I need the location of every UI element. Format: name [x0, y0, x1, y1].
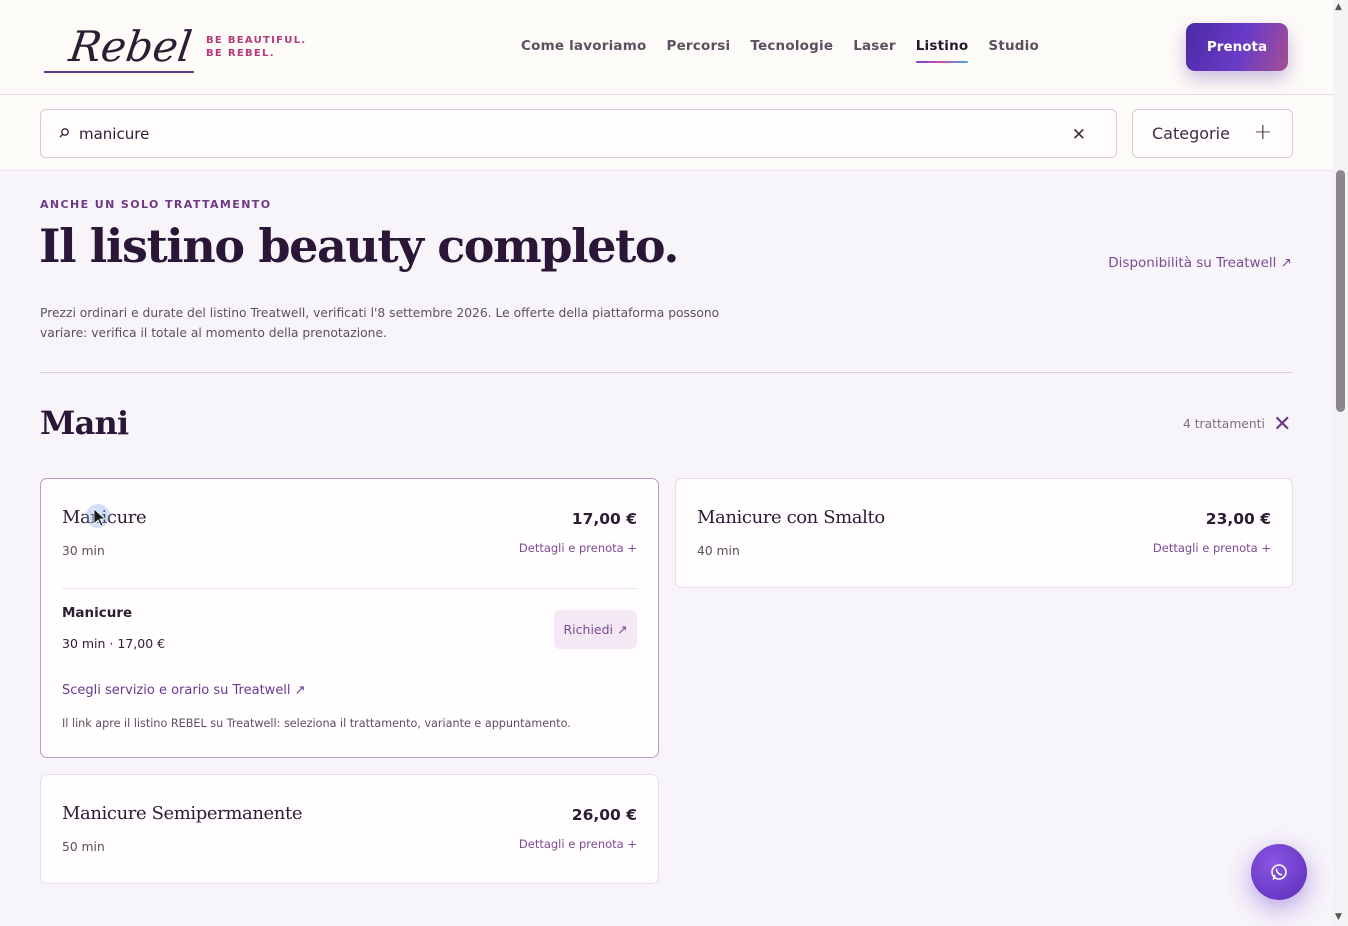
scrollbar[interactable]	[1333, 0, 1348, 926]
close-icon[interactable]: ✕	[1273, 412, 1291, 437]
nav-laser[interactable]: Laser	[853, 38, 896, 63]
treatment-name: Manicure Semipermanente	[62, 803, 303, 824]
treatment-duration: 50 min	[62, 840, 105, 854]
tagline: BE BEAUTIFUL. BE REBEL.	[206, 35, 307, 59]
treatment-card-manicure-semipermanente[interactable]: Manicure Semipermanente 50 min 26,00 € D…	[40, 774, 659, 884]
details-button[interactable]: Dettagli e prenota +	[1153, 541, 1271, 555]
logo[interactable]: Rebel	[44, 17, 195, 75]
details-button[interactable]: Dettagli e prenota +	[519, 541, 637, 555]
divider	[40, 372, 1293, 373]
search-bar: ✕ Categorie +	[0, 95, 1333, 171]
scrollbar-thumb[interactable]	[1336, 170, 1345, 412]
prenota-button[interactable]: Prenota	[1186, 23, 1288, 71]
search-icon	[59, 128, 69, 138]
whatsapp-button[interactable]	[1251, 844, 1307, 900]
scroll-down-icon[interactable]: ▼	[1335, 912, 1342, 922]
card-divider	[62, 588, 637, 589]
details-button[interactable]: Dettagli e prenota +	[519, 837, 637, 851]
treatment-card-manicure-con-smalto[interactable]: Manicure con Smalto 40 min 23,00 € Detta…	[675, 478, 1293, 588]
search-field[interactable]: ✕	[40, 109, 1117, 158]
nav-tecnologie[interactable]: Tecnologie	[750, 38, 833, 63]
search-input[interactable]	[79, 122, 1039, 146]
section-title: Mani	[40, 404, 129, 442]
nav-percorsi[interactable]: Percorsi	[666, 38, 730, 63]
treatment-duration: 40 min	[697, 544, 740, 558]
card-note: Il link apre il listino REBEL su Treatwe…	[62, 717, 571, 730]
treatment-card-manicure[interactable]: Manicure 30 min 17,00 € Dettagli e preno…	[40, 478, 659, 758]
treatment-price: 23,00 €	[1205, 510, 1271, 528]
eyebrow: ANCHE UN SOLO TRATTAMENTO	[40, 198, 272, 211]
categories-label: Categorie	[1152, 124, 1230, 143]
categories-button[interactable]: Categorie +	[1132, 109, 1293, 158]
variant-name: Manicure	[62, 605, 133, 621]
treatment-count: 4 trattamenti	[1183, 417, 1265, 431]
variant-meta: 30 min · 17,00 €	[62, 636, 166, 651]
treatment-price: 26,00 €	[571, 806, 637, 824]
request-button[interactable]: Richiedi ↗	[554, 610, 637, 649]
intro-text: Prezzi ordinari e durate del listino Tre…	[40, 306, 720, 340]
main-nav: Come lavoriamo Percorsi Tecnologie Laser…	[521, 38, 1039, 63]
treatwell-availability-link[interactable]: Disponibilità su Treatwell ↗	[1108, 255, 1292, 271]
nav-studio[interactable]: Studio	[988, 38, 1039, 63]
nav-listino[interactable]: Listino	[915, 38, 969, 63]
close-icon[interactable]: ✕	[1072, 125, 1086, 145]
treatment-duration: 30 min	[62, 544, 105, 558]
treatment-price: 17,00 €	[571, 510, 637, 528]
scroll-up-icon[interactable]: ▲	[1335, 2, 1342, 12]
treatwell-booking-link[interactable]: Scegli servizio e orario su Treatwell ↗	[62, 683, 306, 698]
logo-mark: Rebel	[44, 22, 195, 73]
treatment-name: Manicure con Smalto	[697, 507, 885, 528]
site-header: Rebel BE BEAUTIFUL. BE REBEL. Come lavor…	[0, 0, 1333, 95]
plus-icon: +	[1253, 120, 1272, 145]
nav-come-lavoriamo[interactable]: Come lavoriamo	[521, 38, 646, 63]
page-title: Il listino beauty completo.	[39, 219, 679, 273]
mouse-cursor-icon	[86, 504, 110, 528]
whatsapp-icon	[1271, 864, 1287, 880]
logo-wordmark: Rebel	[65, 22, 194, 71]
